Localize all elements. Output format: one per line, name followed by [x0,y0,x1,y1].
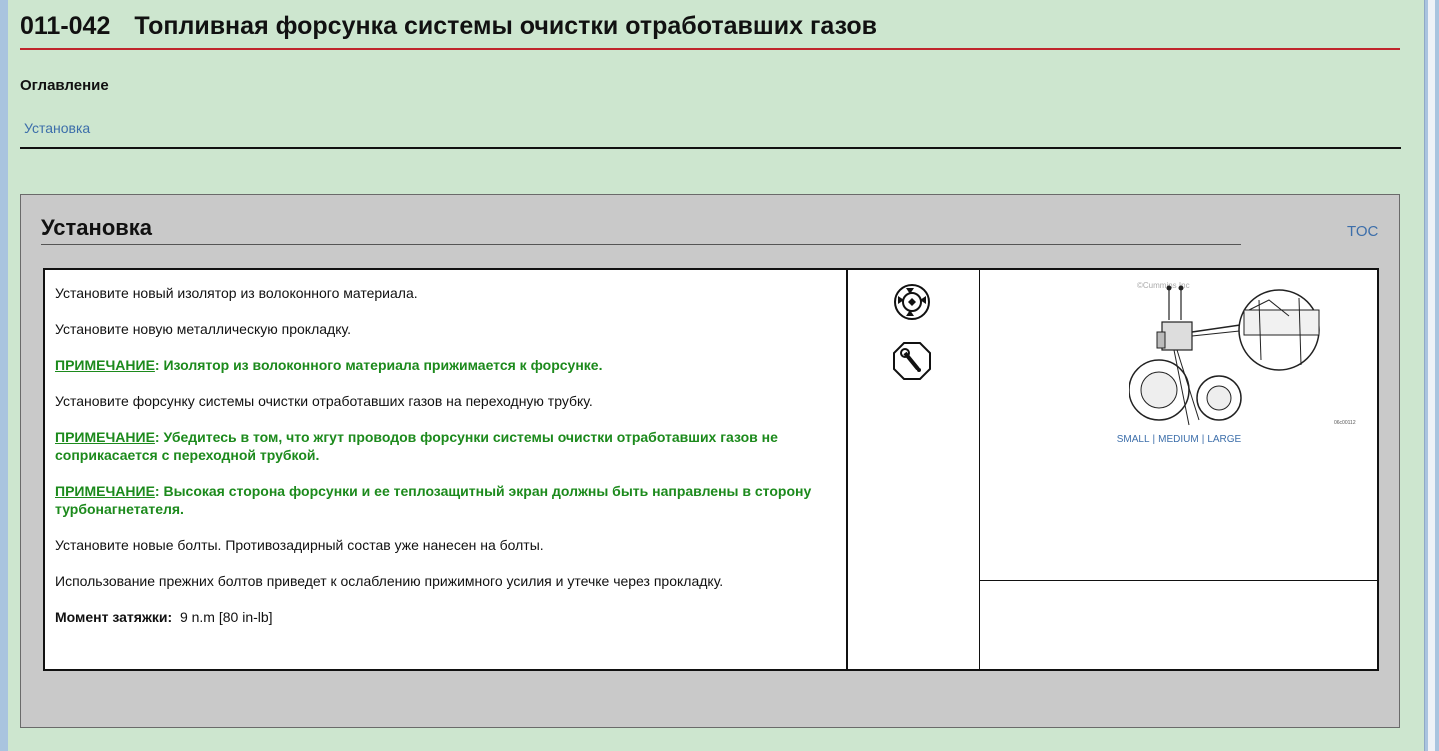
step-text: Установите форсунку системы очистки отра… [55,393,593,409]
column-divider [979,270,980,669]
image-size-links: SMALL | MEDIUM | LARGE [980,434,1378,445]
installation-section: Установка TOC Установите новый изолятор … [20,194,1400,728]
procedure-table: Установите новый изолятор из волоконного… [43,268,1379,671]
section-title: Установка [41,215,153,240]
torque-wrench-icon [893,342,931,380]
note-label: ПРИМЕЧАНИЕ [55,357,155,373]
note: ПРИМЕЧАНИЕ: Убедитесь в том, что жгут пр… [55,428,841,464]
image-size-medium-link[interactable]: MEDIUM [1158,434,1199,445]
page-title: 011-042 Топливная форсунка системы очистк… [20,12,1400,50]
torque-label: Момент затяжки: [55,609,173,625]
image-box-border [979,580,1377,581]
separator: | [1152,434,1156,445]
note-text: : Убедитесь в том, что жгут проводов фор… [55,429,778,463]
toc-heading: Оглавление [20,77,109,94]
page-content: 011-042 Топливная форсунка системы очистк… [8,0,1425,751]
section-divider [41,244,1241,245]
figure-code: 06c00112 [1334,420,1356,426]
separator: | [1201,434,1205,445]
toc-back-link[interactable]: TOC [1347,223,1378,240]
step-text: Установите новые болты. Противозадирный … [55,537,544,553]
note-label: ПРИМЕЧАНИЕ [55,429,155,445]
note-text: : Высокая сторона форсунки и ее теплозащ… [55,483,812,517]
procedure-title: Топливная форсунка системы очистки отраб… [134,12,878,40]
image-size-large-link[interactable]: LARGE [1207,434,1241,445]
window-frame-left [0,0,8,751]
divider [20,147,1401,149]
torque-value: 9 n.m [80 in-lb] [179,609,273,625]
note: ПРИМЕЧАНИЕ: Высокая сторона форсунки и е… [55,482,841,518]
vertical-scrollbar[interactable] [1424,0,1439,751]
note: ПРИМЕЧАНИЕ: Изолятор из волоконного мате… [55,356,841,374]
socket-wrench-icon [894,284,930,320]
procedure-text: Установите новый изолятор из волоконного… [55,284,841,644]
image-size-small-link[interactable]: SMALL [1117,434,1150,445]
toc-link-installation[interactable]: Установка [24,120,90,136]
note-label: ПРИМЕЧАНИЕ [55,483,155,499]
torque-spec: Момент затяжки: 9 n.m [80 in-lb] [55,608,841,626]
step-text: Установите новую металлическую прокладку… [55,321,351,337]
step-text: Установите новый изолятор из волоконного… [55,285,418,301]
injector-illustration[interactable]: ©Cummins Inc 06c00112 [1129,280,1363,428]
procedure-number: 011-042 [20,12,111,40]
tool-icons-column [848,270,979,669]
note-text: : Изолятор из волоконного материала приж… [154,357,603,373]
step-text: Использование прежних болтов приведет к … [55,573,724,589]
scrollbar-track[interactable] [1428,0,1435,751]
